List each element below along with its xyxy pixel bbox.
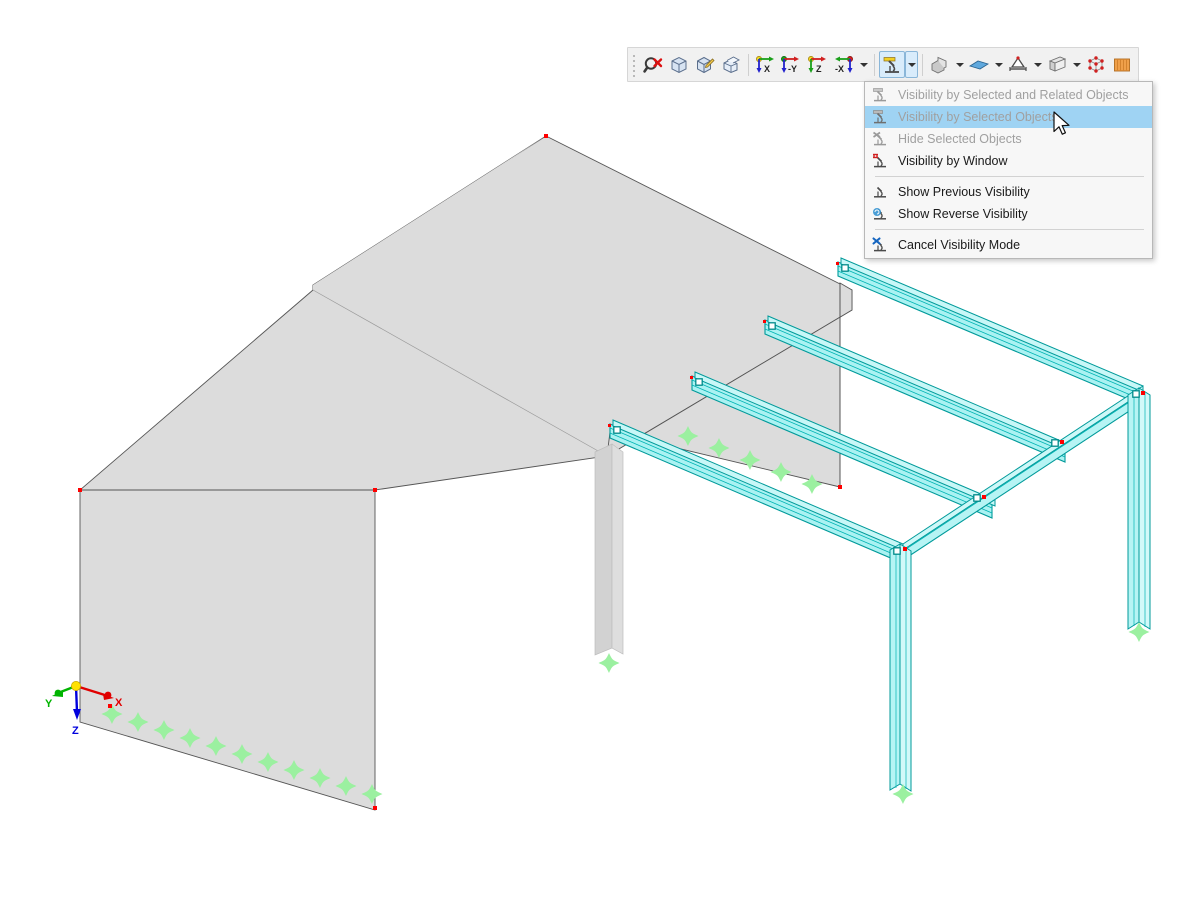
chevron-down-icon [859,62,868,67]
menu-item-label: Visibility by Window [898,154,1008,168]
chevron-down-icon [1033,62,1042,67]
svg-text:Y: Y [45,698,53,710]
cube-with-pencil-icon [697,56,715,73]
reverse-visibility-icon [869,205,891,223]
view-direction-dropdown-arrow[interactable] [857,51,870,78]
node-cube-icon [1088,55,1104,73]
support-display-dropdown-arrow[interactable] [1031,51,1044,78]
svg-text:-X: -X [835,64,844,74]
clipping-plane-button[interactable] [718,51,744,78]
menu-item-show-reverse-visibility[interactable]: Show Reverse Visibility [865,203,1152,225]
surface-display-dropdown-arrow[interactable] [992,51,1005,78]
node-display-button[interactable] [1083,51,1109,78]
toolbar-separator [874,53,875,76]
menu-item-label: Visibility by Selected and Related Objec… [898,88,1129,102]
grey-column-group[interactable] [594,443,624,673]
menu-item-show-previous-visibility[interactable]: Show Previous Visibility [865,181,1152,203]
show-whole-model-button[interactable] [666,51,692,78]
axis-x-icon: X [756,55,774,74]
menu-separator [875,229,1144,230]
view-direction-z-button[interactable]: Z [805,51,831,78]
grey-column-left-face[interactable] [594,443,613,656]
find-object-button[interactable] [640,51,666,78]
support-symbol[interactable] [598,653,620,673]
visibility-toolbar[interactable]: X -Y Z -X [627,47,1139,82]
menu-item-visibility-by-selected-and-related-objects[interactable]: Visibility by Selected and Related Objec… [865,84,1152,106]
toolbar-separator [922,53,923,76]
visibility-mode-button[interactable] [879,51,905,78]
grey-column-right-face[interactable] [611,443,624,655]
solid-model-icon [931,56,947,74]
support-symbol-icon [1009,55,1027,71]
svg-text:X: X [115,697,123,709]
surface-display-button[interactable] [966,51,992,78]
toolbar-separator [748,53,749,76]
svg-text:X: X [764,64,770,74]
wireframe-cube-icon [671,56,687,73]
member-section-icon [1048,56,1067,72]
view-direction-minus-y-button[interactable]: -Y [779,51,805,78]
edit-visibility-button[interactable] [692,51,718,78]
menu-item-visibility-by-selected-objects[interactable]: Visibility by Selected Objects [865,106,1152,128]
cube-cut-icon [723,55,740,73]
member-display-dropdown-arrow[interactable] [1070,51,1083,78]
cyan-column-front-left[interactable] [889,543,914,804]
orange-wall-icon [1114,58,1130,71]
menu-item-visibility-by-window[interactable]: Visibility by Window [865,150,1152,172]
visibility-microscope-icon [883,56,899,73]
svg-text:-Y: -Y [788,64,797,74]
svg-text:Z: Z [816,64,822,74]
menu-item-label: Hide Selected Objects [898,132,1022,146]
visibility-related-icon [869,86,891,104]
svg-text:Z: Z [72,725,79,737]
chevron-down-icon [907,62,916,67]
surface-plane-icon [969,60,989,69]
menu-separator [875,176,1144,177]
menu-item-label: Visibility by Selected Objects [898,110,1058,124]
visibility-window-icon [869,152,891,170]
toolbar-drag-grip[interactable] [631,51,638,78]
menu-item-label: Cancel Visibility Mode [898,238,1021,252]
slab-front-face[interactable] [79,489,376,811]
visibility-mode-dropdown-arrow[interactable] [905,51,918,78]
hide-selected-icon [869,130,891,148]
axis-minus-y-icon: -Y [781,55,799,74]
previous-visibility-icon [869,183,891,201]
visibility-dropdown-menu[interactable]: Visibility by Selected and Related Objec… [864,81,1153,259]
axis-z-icon: Z [808,55,826,74]
menu-item-hide-selected-objects[interactable]: Hide Selected Objects [865,128,1152,150]
menu-item-label: Show Reverse Visibility [898,207,1028,221]
wall-display-button[interactable] [1109,51,1135,78]
cancel-visibility-icon [869,236,891,254]
axis-minus-x-icon: -X [835,55,853,74]
magnifier-with-red-x-icon [643,56,663,73]
display-mode-dropdown-arrow[interactable] [953,51,966,78]
chevron-down-icon [955,62,964,67]
cyan-column-front-right[interactable] [1127,387,1151,642]
view-direction-minus-x-button[interactable]: -X [831,51,857,78]
chevron-down-icon [1072,62,1081,67]
support-display-button[interactable] [1005,51,1031,78]
display-mode-button[interactable] [927,51,953,78]
visibility-selected-icon [869,108,891,126]
view-direction-x-button[interactable]: X [753,51,779,78]
member-display-button[interactable] [1044,51,1070,78]
menu-item-cancel-visibility-mode[interactable]: Cancel Visibility Mode [865,234,1152,256]
menu-item-label: Show Previous Visibility [898,185,1030,199]
chevron-down-icon [994,62,1003,67]
